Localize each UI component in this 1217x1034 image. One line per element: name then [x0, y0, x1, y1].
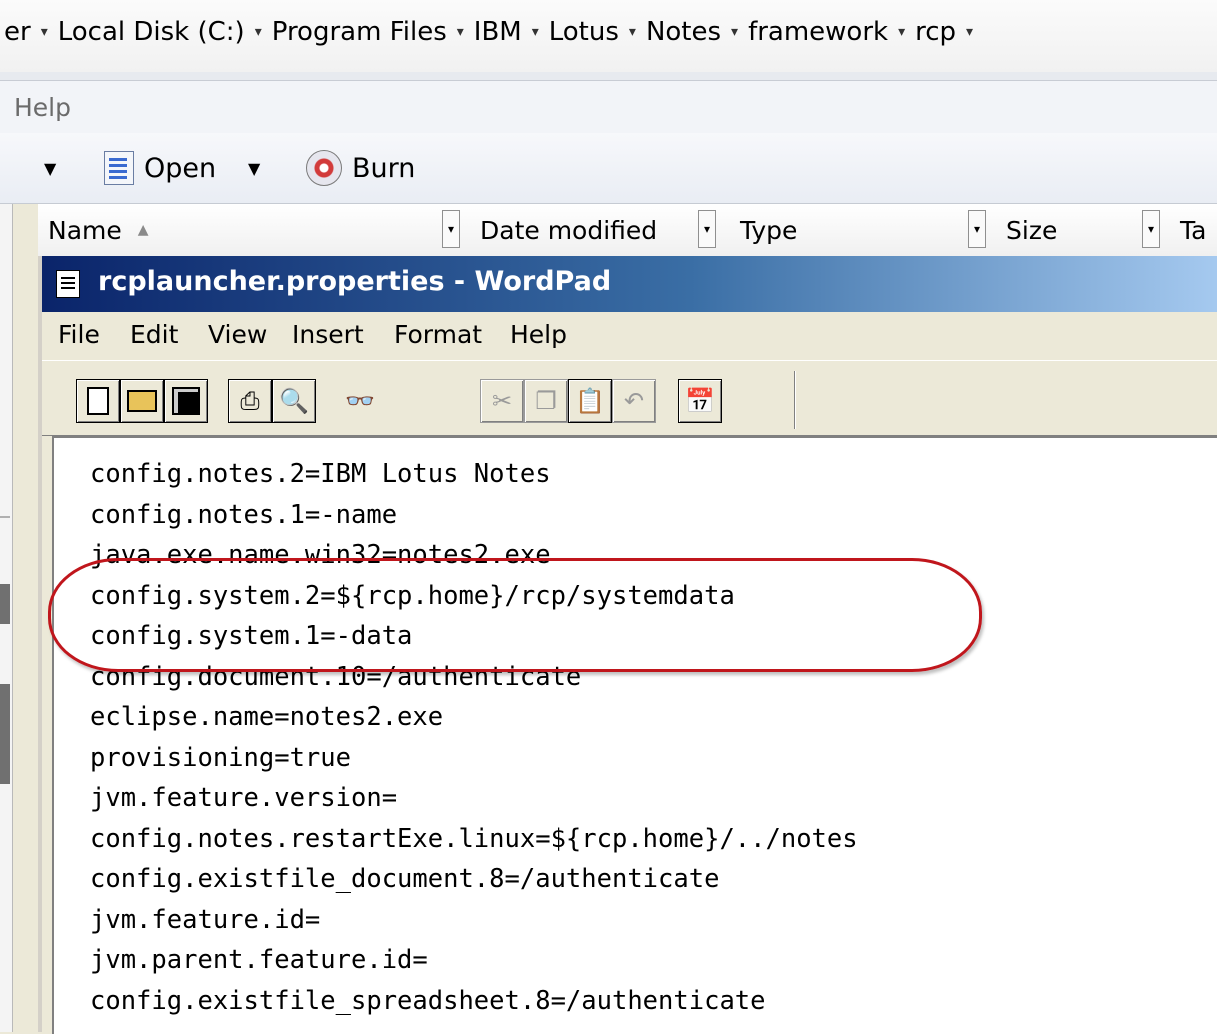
- menu-view[interactable]: View: [208, 320, 267, 349]
- document-area[interactable]: config.notes.2=IBM Lotus Notes config.not…: [52, 436, 1217, 1034]
- open-dropdown[interactable]: ▼: [248, 149, 260, 187]
- organize-dropdown[interactable]: ▼: [44, 149, 56, 187]
- menu-file[interactable]: File: [58, 320, 100, 349]
- column-date-modified[interactable]: Date modified: [480, 212, 657, 248]
- column-tags[interactable]: Ta: [1180, 212, 1206, 248]
- chevron-down-icon[interactable]: ▾: [725, 24, 744, 40]
- pane-scroll-marker: [0, 584, 10, 624]
- column-filter-button[interactable]: ▾: [442, 210, 460, 248]
- crumb-rcp[interactable]: rcp: [911, 17, 960, 47]
- chevron-down-icon[interactable]: ▾: [249, 24, 268, 40]
- document-text[interactable]: config.notes.2=IBM Lotus Notes config.not…: [90, 454, 858, 1021]
- column-name-label: Name: [48, 215, 122, 245]
- address-divider: [0, 72, 1217, 81]
- chevron-down-icon[interactable]: ▾: [623, 24, 642, 40]
- text-line: provisioning=true: [90, 742, 351, 773]
- new-icon[interactable]: [76, 379, 120, 423]
- chevron-down-icon[interactable]: ▾: [960, 24, 979, 40]
- crumb-notes[interactable]: Notes: [642, 17, 725, 47]
- column-filter-button[interactable]: ▾: [968, 210, 986, 248]
- wordpad-document-icon: [56, 270, 80, 298]
- crumb-ibm[interactable]: IBM: [470, 17, 526, 47]
- text-line: jvm.parent.feature.id=: [90, 945, 428, 975]
- chevron-down-icon[interactable]: ▾: [451, 24, 470, 40]
- save-icon[interactable]: [164, 379, 208, 423]
- crumb-program-files[interactable]: Program Files: [268, 17, 451, 47]
- column-size[interactable]: Size: [1006, 212, 1057, 248]
- text-line: config.notes.2=IBM Lotus Notes: [90, 459, 551, 489]
- window-title: rcplauncher.properties - WordPad: [98, 266, 612, 297]
- text-line: config.existfile_spreadsheet.8=/authenti…: [90, 985, 766, 1016]
- open-button[interactable]: Open: [104, 149, 216, 187]
- cut-icon[interactable]: ✂: [480, 379, 524, 423]
- menu-edit[interactable]: Edit: [130, 320, 178, 349]
- copy-icon[interactable]: ❐: [524, 379, 568, 423]
- crumb-framework[interactable]: framework: [744, 17, 892, 47]
- open-icon[interactable]: [120, 379, 164, 423]
- crumb-lotus[interactable]: Lotus: [545, 17, 623, 47]
- column-type[interactable]: Type: [740, 212, 797, 248]
- navigation-pane[interactable]: [0, 204, 13, 1032]
- paste-icon[interactable]: 📋: [568, 379, 612, 423]
- text-line: jvm.feature.id=: [90, 904, 321, 935]
- disc-icon: [306, 150, 342, 186]
- address-bar: er ▾ Local Disk (C:) ▾ Program Files ▾ I…: [0, 0, 1217, 73]
- wordpad-menu-bar: File Edit View Insert Format Help: [42, 314, 1217, 358]
- column-header-bar: Name ▲ ▾ Date modified ▾ Type ▾ Size ▾ T…: [38, 204, 1217, 257]
- crumb-computer[interactable]: er: [0, 17, 35, 47]
- column-filter-button[interactable]: ▾: [1142, 210, 1160, 248]
- explorer-menu-bar: Help: [0, 81, 1217, 133]
- wordpad-title-bar[interactable]: rcplauncher.properties - WordPad: [42, 256, 1217, 312]
- chevron-down-icon[interactable]: ▾: [526, 24, 545, 40]
- dropdown-arrow-icon: ▼: [44, 158, 57, 178]
- column-filter-button[interactable]: ▾: [698, 210, 716, 248]
- breadcrumb: er ▾ Local Disk (C:) ▾ Program Files ▾ I…: [0, 14, 979, 50]
- burn-button[interactable]: Burn: [306, 149, 415, 187]
- burn-label: Burn: [352, 152, 416, 184]
- document-icon: [104, 151, 134, 185]
- print-preview-icon[interactable]: 🔍: [272, 379, 316, 423]
- find-icon[interactable]: 👓: [338, 379, 382, 423]
- menu-help[interactable]: Help: [14, 93, 71, 122]
- menu-format[interactable]: Format: [394, 320, 482, 349]
- text-line: config.notes.1=-name: [90, 499, 398, 530]
- text-line: eclipse.name=notes2.exe: [90, 702, 444, 732]
- dropdown-arrow-icon: ▼: [248, 158, 261, 178]
- crumb-local-disk[interactable]: Local Disk (C:): [54, 17, 249, 47]
- highlight-annotation: [48, 558, 982, 672]
- menu-insert[interactable]: Insert: [292, 320, 364, 349]
- text-line: config.notes.restartExe.linux=${rcp.home…: [90, 823, 858, 854]
- undo-icon[interactable]: ↶: [612, 379, 656, 423]
- column-name[interactable]: Name ▲: [48, 212, 149, 248]
- pane-scroll-marker: [0, 684, 10, 784]
- chevron-down-icon[interactable]: ▾: [35, 24, 54, 40]
- chevron-down-icon[interactable]: ▾: [892, 24, 911, 40]
- open-label: Open: [144, 152, 217, 184]
- text-line: config.existfile_document.8=/authenticat…: [90, 864, 720, 894]
- pane-separator: [0, 516, 10, 518]
- explorer-toolbar: ▼ Open ▼ Burn: [0, 133, 1217, 204]
- date-time-icon[interactable]: 📅: [678, 379, 722, 423]
- print-icon[interactable]: ⎙: [228, 379, 272, 423]
- menu-help[interactable]: Help: [510, 320, 567, 349]
- wordpad-toolbar: ⎙ 🔍 👓 ✂ ❐ 📋 ↶ 📅: [42, 360, 1217, 436]
- sort-ascending-icon: ▲: [137, 222, 149, 238]
- toolbar-separator: [794, 371, 795, 429]
- text-line: jvm.feature.version=: [90, 783, 398, 813]
